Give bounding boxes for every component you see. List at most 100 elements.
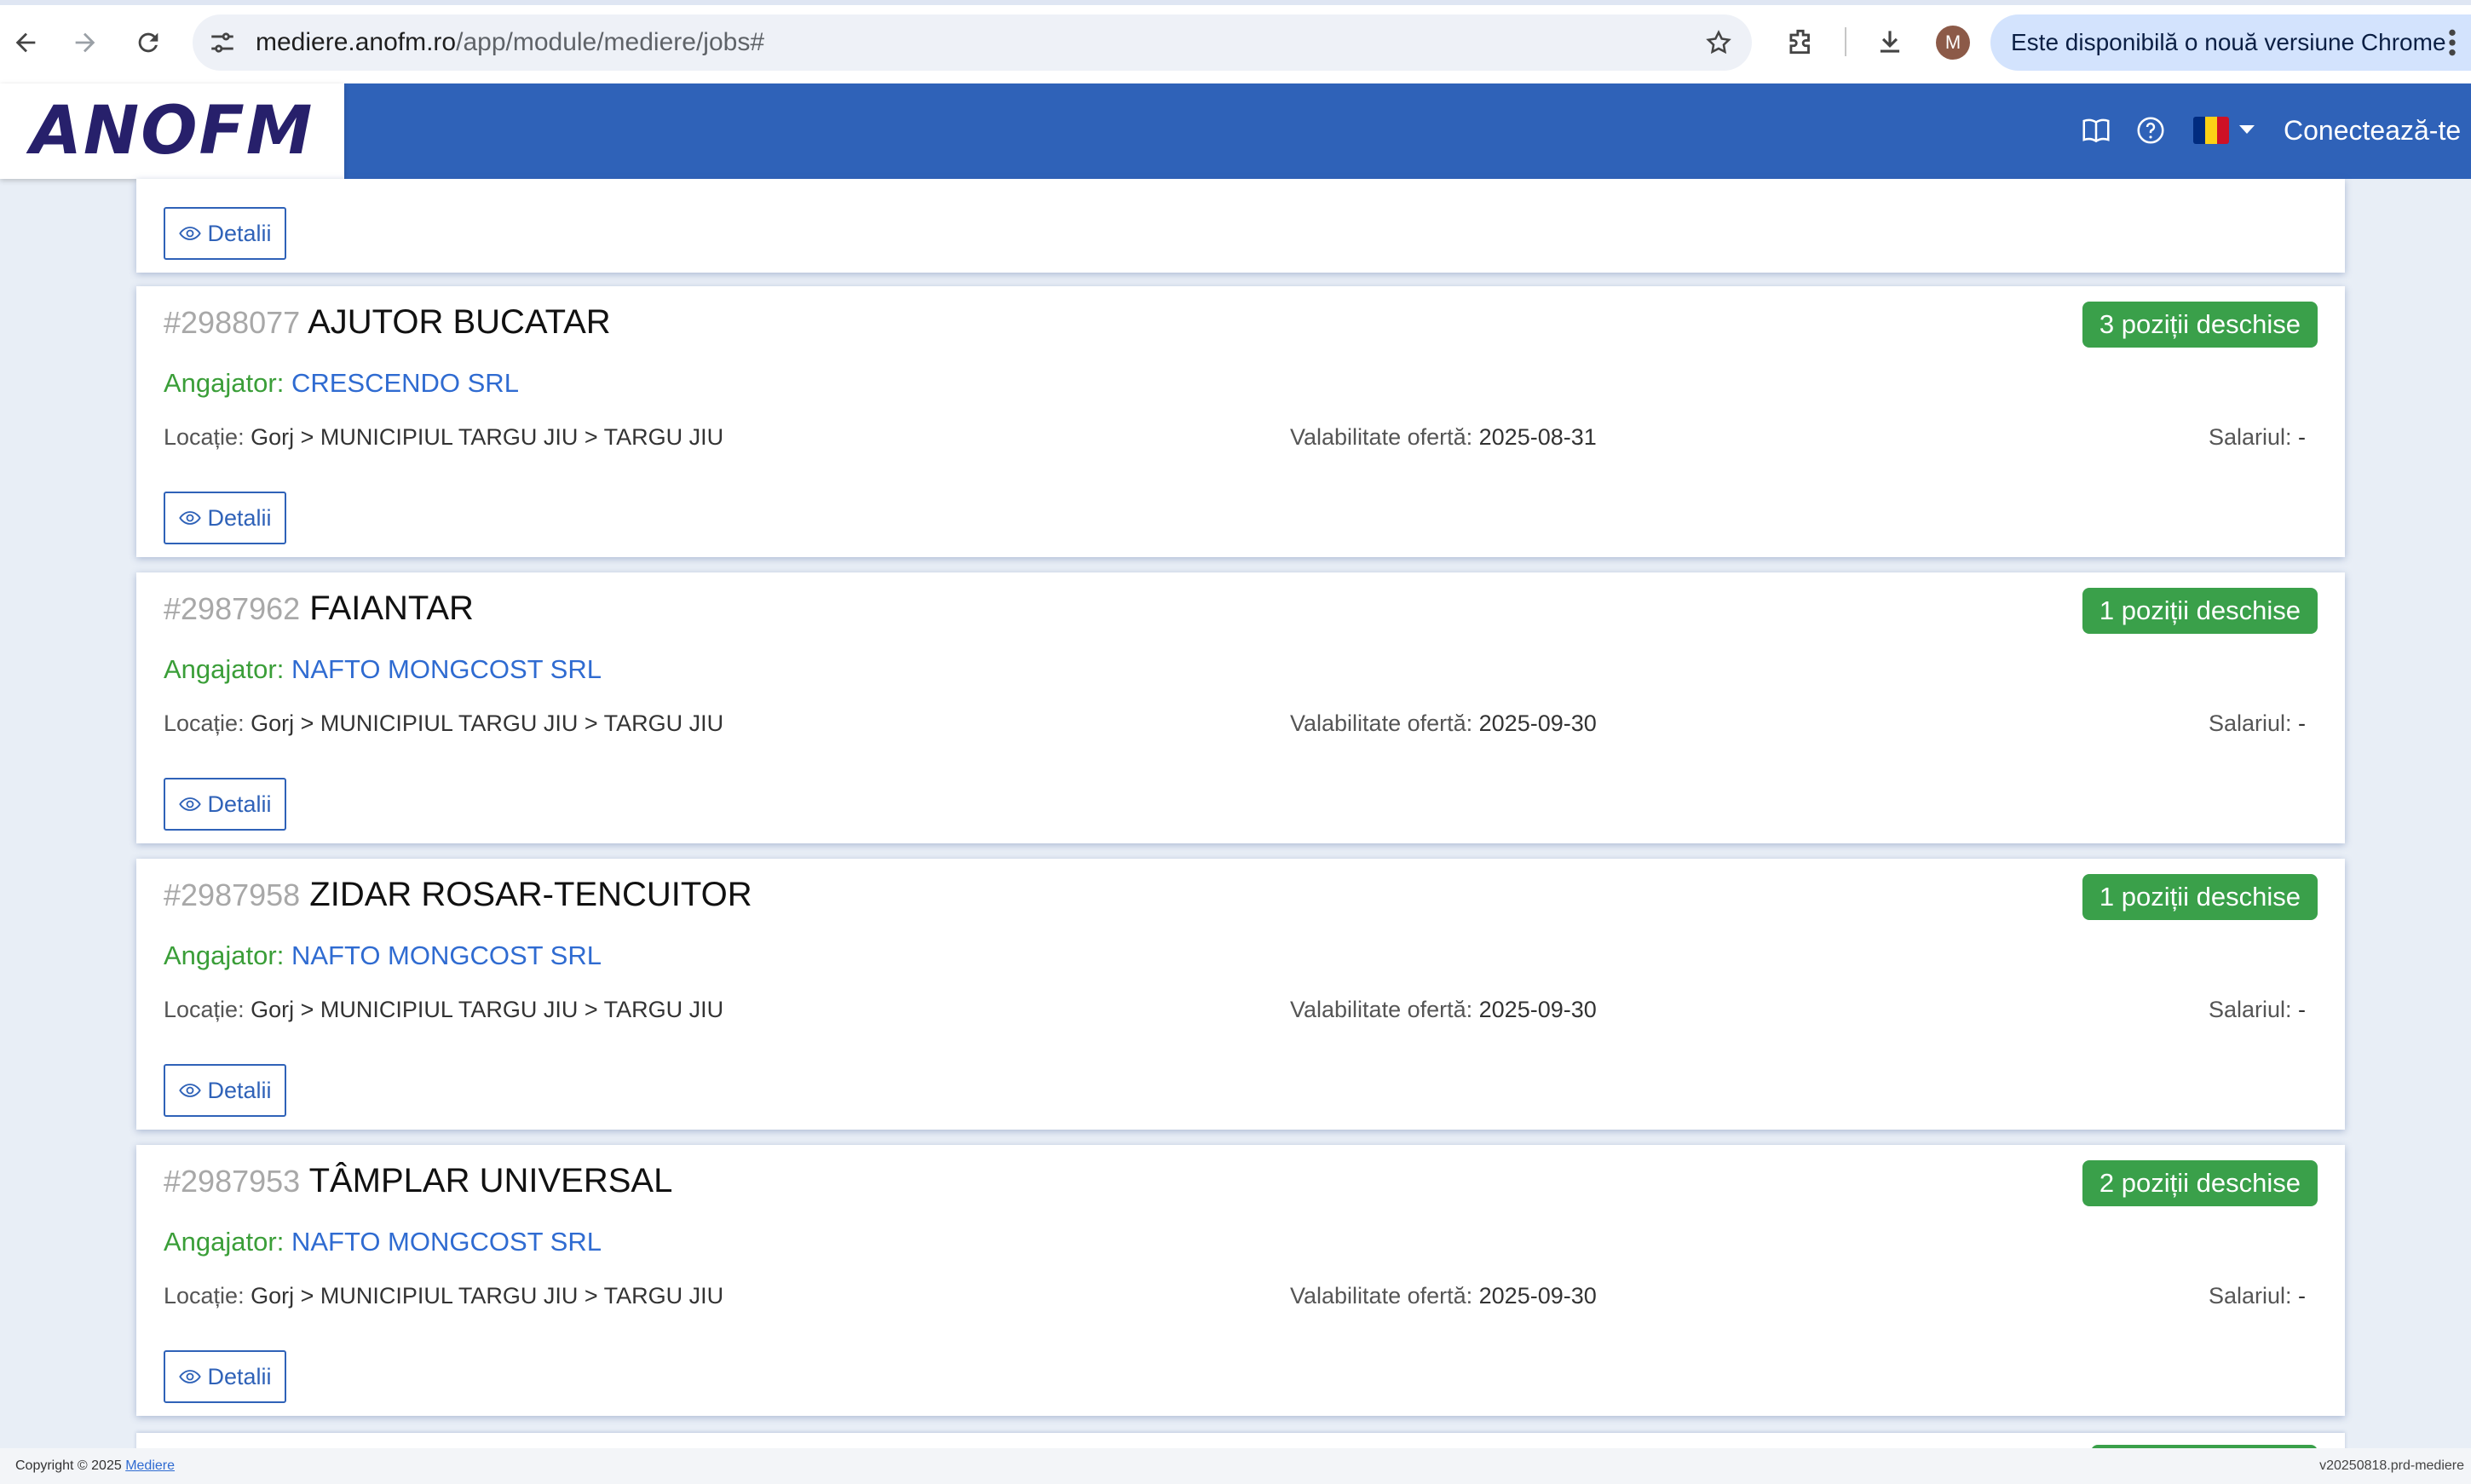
details-button[interactable]: Detalii	[164, 492, 286, 544]
location-value: Gorj > MUNICIPIUL TARGU JIU > TARGU JIU	[251, 710, 724, 736]
employer-link[interactable]: NAFTO MONGCOST SRL	[291, 940, 602, 970]
validity-label: Valabilitate ofertă:	[1290, 710, 1479, 736]
validity-value: 2025-08-31	[1478, 424, 1597, 450]
validity-label: Valabilitate ofertă:	[1290, 1283, 1479, 1309]
arrow-left-icon	[15, 32, 36, 53]
details-label: Detalii	[207, 1363, 272, 1389]
reload-button[interactable]	[124, 19, 172, 66]
url-text[interactable]: mediere.anofm.ro/app/module/mediere/jobs…	[256, 14, 764, 71]
employer-label: Angajator:	[164, 940, 291, 970]
open-positions-badge: 2 poziții deschise	[2082, 1160, 2318, 1206]
flag-stripe	[2217, 117, 2229, 144]
job-title[interactable]: TÂMPLAR UNIVERSAL	[309, 1162, 673, 1199]
details-label: Detalii	[207, 791, 272, 817]
job-card: #2988077 AJUTOR BUCATAR 3 poziții deschi…	[136, 286, 2345, 557]
job-card: #2987962 FAIANTAR 1 poziții deschise Ang…	[136, 572, 2345, 843]
bookmark-star-icon[interactable]	[1704, 28, 1733, 57]
eye-icon	[179, 1370, 202, 1383]
eye-icon	[179, 227, 202, 240]
employer-label: Angajator:	[164, 1227, 291, 1257]
browser-toolbar: mediere.anofm.ro/app/module/mediere/jobs…	[0, 0, 2471, 83]
validity-value: 2025-09-30	[1478, 710, 1597, 736]
job-heading: #2987953 TÂMPLAR UNIVERSAL	[164, 1162, 672, 1200]
validity-line: Valabilitate ofertă: 2025-08-31	[1290, 424, 1597, 451]
salary-value: -	[2298, 1283, 2306, 1309]
url-host: mediere.anofm.ro	[256, 28, 457, 56]
details-button[interactable]: Detalii	[164, 207, 286, 260]
login-link[interactable]: Conectează-te	[2284, 109, 2461, 152]
forward-button[interactable]	[61, 19, 109, 66]
validity-label: Valabilitate ofertă:	[1290, 997, 1479, 1022]
job-card: #2987958 ZIDAR ROSAR-TENCUITOR 1 poziții…	[136, 859, 2345, 1130]
employer-link[interactable]: NAFTO MONGCOST SRL	[291, 1227, 602, 1257]
job-heading: #2987962 FAIANTAR	[164, 590, 474, 628]
job-id: #2987958	[164, 877, 301, 912]
open-positions-badge: 3 poziții deschise	[2082, 302, 2318, 348]
eye-icon	[179, 1084, 202, 1097]
details-label: Detalii	[207, 504, 272, 531]
salary-line: Salariul: -	[2209, 997, 2306, 1023]
employer-link[interactable]: NAFTO MONGCOST SRL	[291, 654, 602, 684]
salary-line: Salariul: -	[2209, 1283, 2306, 1309]
location-line: Locație: Gorj > MUNICIPIUL TARGU JIU > T…	[164, 1283, 723, 1309]
mediere-link[interactable]: Mediere	[125, 1458, 175, 1473]
salary-value: -	[2298, 710, 2306, 736]
job-card-partial: Detalii	[136, 179, 2345, 273]
address-bar[interactable]: mediere.anofm.ro/app/module/mediere/jobs…	[193, 14, 1752, 71]
version-label: v20250818.prd-mediere	[2319, 1458, 2464, 1473]
flag-stripe	[2205, 117, 2217, 144]
employer-line: Angajator: NAFTO MONGCOST SRL	[164, 654, 602, 685]
job-title[interactable]: FAIANTAR	[309, 590, 474, 627]
location-line: Locație: Gorj > MUNICIPIUL TARGU JIU > T…	[164, 424, 723, 451]
tab-strip	[0, 0, 2471, 5]
profile-avatar[interactable]: M	[1936, 26, 1970, 60]
job-title[interactable]: ZIDAR ROSAR-TENCUITOR	[309, 876, 752, 913]
copyright-text: Copyright © 2025	[15, 1458, 126, 1473]
salary-label: Salariul:	[2208, 424, 2298, 450]
arrow-right-icon	[75, 32, 95, 53]
details-button[interactable]: Detalii	[164, 1064, 286, 1117]
details-button[interactable]: Detalii	[164, 1350, 286, 1403]
chrome-update-notice[interactable]: Este disponibilă o nouă versiune Chrome	[1990, 14, 2471, 71]
flag-stripe	[2193, 117, 2205, 144]
logo-text: ANOFM	[30, 93, 314, 170]
location-line: Locație: Gorj > MUNICIPIUL TARGU JIU > T…	[164, 997, 723, 1023]
location-label: Locație:	[164, 710, 251, 736]
more-menu-icon[interactable]	[2444, 26, 2461, 60]
employer-link[interactable]: CRESCENDO SRL	[291, 368, 519, 398]
employer-line: Angajator: CRESCENDO SRL	[164, 368, 519, 399]
job-heading: #2987958 ZIDAR ROSAR-TENCUITOR	[164, 876, 752, 914]
eye-icon	[179, 797, 202, 811]
location-label: Locație:	[164, 424, 251, 450]
manual-book-icon[interactable]	[2080, 114, 2112, 147]
job-id: #2987953	[164, 1164, 301, 1199]
salary-label: Salariul:	[2208, 997, 2298, 1022]
job-id: #2988077	[164, 305, 301, 340]
location-value: Gorj > MUNICIPIUL TARGU JIU > TARGU JIU	[251, 1283, 724, 1309]
salary-label: Salariul:	[2208, 1283, 2298, 1309]
salary-label: Salariul:	[2208, 710, 2298, 736]
help-icon[interactable]	[2134, 114, 2167, 147]
validity-value: 2025-09-30	[1478, 997, 1597, 1022]
extensions-icon[interactable]	[1784, 26, 1817, 58]
salary-value: -	[2298, 424, 2306, 450]
language-flag-icon[interactable]	[2193, 117, 2229, 144]
toolbar-separator	[1845, 27, 1846, 56]
location-value: Gorj > MUNICIPIUL TARGU JIU > TARGU JIU	[251, 424, 724, 450]
anofm-logo[interactable]: ANOFM	[0, 83, 344, 179]
site-settings-icon[interactable]	[208, 28, 237, 57]
validity-value: 2025-09-30	[1478, 1283, 1597, 1309]
language-caret-icon[interactable]	[2239, 125, 2255, 134]
download-icon[interactable]	[1874, 26, 1906, 58]
open-positions-badge: 1 poziții deschise	[2082, 588, 2318, 634]
details-button[interactable]: Detalii	[164, 778, 286, 831]
job-title[interactable]: AJUTOR BUCATAR	[308, 303, 611, 341]
details-label: Detalii	[207, 220, 272, 246]
salary-value: -	[2298, 997, 2306, 1022]
reload-icon	[138, 32, 158, 53]
location-value: Gorj > MUNICIPIUL TARGU JIU > TARGU JIU	[251, 997, 724, 1022]
validity-line: Valabilitate ofertă: 2025-09-30	[1290, 710, 1597, 737]
validity-label: Valabilitate ofertă:	[1290, 424, 1479, 450]
details-label: Detalii	[207, 1077, 272, 1103]
back-button[interactable]	[2, 19, 49, 66]
